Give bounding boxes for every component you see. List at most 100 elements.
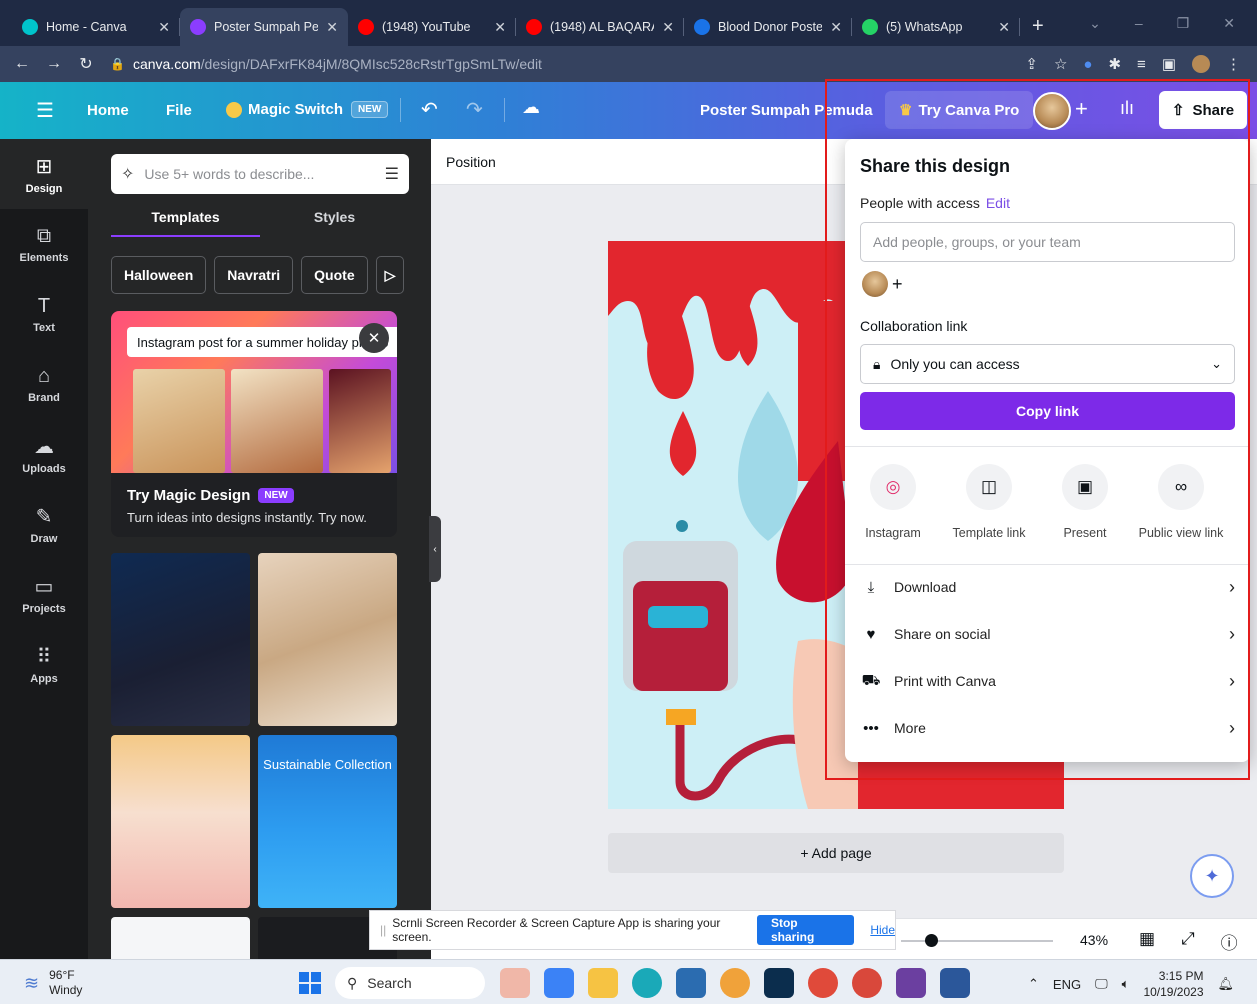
magic-design-promo[interactable]: Instagram post for a summer holiday prom… xyxy=(111,311,397,537)
edit-access-link[interactable]: Edit xyxy=(986,195,1010,211)
invite-plus-icon[interactable]: + xyxy=(1075,96,1088,122)
browser-tab[interactable]: Home - Canva ✕ xyxy=(12,8,180,46)
fullscreen-icon[interactable]: ⤢ xyxy=(1181,929,1195,954)
widget-app-icon[interactable] xyxy=(500,968,530,998)
close-tab-icon[interactable]: ✕ xyxy=(662,19,674,36)
template-search-input[interactable]: ✧ Use 5+ words to describe... ☰ xyxy=(111,154,409,194)
close-tab-icon[interactable]: ✕ xyxy=(326,19,338,36)
weather-widget[interactable]: ≋ 96°F Windy xyxy=(24,968,82,998)
rail-item-uploads[interactable]: ☁ Uploads xyxy=(0,419,88,489)
photoshop-icon[interactable] xyxy=(764,968,794,998)
share-tile-present[interactable]: ▣ Present xyxy=(1037,464,1133,540)
volume-icon[interactable]: 🔈︎ xyxy=(1122,976,1130,992)
close-promo-icon[interactable]: ✕ xyxy=(359,323,389,353)
user-avatar[interactable] xyxy=(1033,92,1071,130)
link-access-select[interactable]: 🔒︎ Only you can access ⌄ xyxy=(860,344,1235,384)
document-title[interactable]: Poster Sumpah Pemuda xyxy=(700,102,873,119)
rail-item-design[interactable]: ⊞ Design xyxy=(0,139,88,209)
drag-grip-icon[interactable]: || xyxy=(380,923,386,937)
copy-link-button[interactable]: Copy link xyxy=(860,392,1235,430)
chip-quote[interactable]: Quote xyxy=(301,256,368,294)
template-thumbnail[interactable] xyxy=(111,735,250,908)
chrome-profile-icon[interactable] xyxy=(808,968,838,998)
share-option-download[interactable]: ⤓ Download › xyxy=(860,564,1235,610)
share-tile-public-view-link[interactable]: ∞ Public view link xyxy=(1133,464,1229,540)
rail-item-text[interactable]: T Text xyxy=(0,279,88,349)
share-tile-instagram[interactable]: ◎ Instagram xyxy=(845,464,941,540)
close-tab-icon[interactable]: ✕ xyxy=(998,19,1010,36)
add-collaborator-icon[interactable]: + xyxy=(892,274,903,295)
notification-bell-icon[interactable]: 🔔︎ xyxy=(1218,976,1235,992)
new-tab-button[interactable]: + xyxy=(1020,15,1056,46)
zoom-slider-knob[interactable] xyxy=(925,934,939,947)
reading-list-icon[interactable]: ≡ xyxy=(1137,56,1146,73)
rail-item-projects[interactable]: ▭ Projects xyxy=(0,559,88,629)
rail-item-elements[interactable]: ⧉ Elements xyxy=(0,209,88,279)
forward-icon[interactable]: → xyxy=(46,55,62,73)
minimize-icon[interactable]: – xyxy=(1135,15,1143,31)
rail-item-brand[interactable]: ⌂ Brand xyxy=(0,349,88,419)
grid-view-icon[interactable]: ▦ xyxy=(1139,929,1155,954)
magic-assistant-icon[interactable]: ✦ xyxy=(1190,854,1234,898)
chip-halloween[interactable]: Halloween xyxy=(111,256,207,294)
position-button[interactable]: Position xyxy=(446,154,496,170)
url-field[interactable]: 🔒 canva.com/design/DAFxrFK84jM/8QMIsc528… xyxy=(110,56,542,72)
cloud-saved-icon[interactable]: ☁ xyxy=(522,97,540,118)
photos-app-icon[interactable] xyxy=(676,968,706,998)
file-explorer-icon[interactable] xyxy=(588,968,618,998)
side-panel-icon[interactable]: ▣ xyxy=(1162,55,1176,73)
edge-browser-icon[interactable] xyxy=(632,968,662,998)
chevron-up-icon[interactable]: ⌃ xyxy=(1028,976,1039,992)
zoom-percent[interactable]: 43% xyxy=(1080,932,1108,948)
close-tab-icon[interactable]: ✕ xyxy=(830,19,842,36)
clock[interactable]: 3:15 PM 10/19/2023 xyxy=(1143,968,1203,1000)
stop-sharing-button[interactable]: Stop sharing xyxy=(756,915,855,945)
chip-navratri[interactable]: Navratri xyxy=(214,256,294,294)
store-app-icon[interactable] xyxy=(544,968,574,998)
insights-chart-icon[interactable]: ılı xyxy=(1120,98,1134,119)
rail-item-apps[interactable]: ⠿ Apps xyxy=(0,629,88,699)
tab-styles[interactable]: Styles xyxy=(260,209,409,237)
pdf-app-icon[interactable] xyxy=(896,968,926,998)
share-page-icon[interactable]: ⇪ xyxy=(1025,55,1038,73)
rail-item-draw[interactable]: ✎ Draw xyxy=(0,489,88,559)
browser-menu-icon[interactable]: ⋮ xyxy=(1226,55,1241,73)
taskbar-search[interactable]: ⚲ Search xyxy=(335,967,485,999)
undo-icon[interactable]: ↶ xyxy=(421,97,438,122)
zoom-slider[interactable] xyxy=(901,940,1053,942)
hide-link[interactable]: Hide xyxy=(870,923,895,937)
browser-tab[interactable]: (5) WhatsApp ✕ xyxy=(852,8,1020,46)
chrome-profile-2-icon[interactable] xyxy=(852,968,882,998)
share-option-share-on-social[interactable]: ♥ Share on social › xyxy=(860,611,1235,657)
browser-tab[interactable]: Blood Donor Poste ✕ xyxy=(684,8,852,46)
windows-start-icon[interactable] xyxy=(299,972,321,994)
close-tab-icon[interactable]: ✕ xyxy=(494,19,506,36)
extension-icon[interactable]: ● xyxy=(1083,56,1092,73)
maximize-icon[interactable]: ❐ xyxy=(1177,15,1190,32)
redo-icon[interactable]: ↷ xyxy=(466,97,483,122)
template-thumbnail[interactable] xyxy=(258,553,397,726)
hamburger-menu-icon[interactable]: ☰ xyxy=(36,98,54,123)
file-menu-button[interactable]: File xyxy=(166,102,192,119)
template-thumbnail[interactable]: Sustainable Collection xyxy=(258,735,397,908)
share-option-print-with-canva[interactable]: ⛟ Print with Canva › xyxy=(860,658,1235,704)
magic-switch-button[interactable]: Magic Switch NEW xyxy=(226,101,389,118)
share-button[interactable]: ⇧ Share xyxy=(1159,91,1247,129)
close-window-icon[interactable]: ✕ xyxy=(1223,15,1235,32)
add-page-button[interactable]: + Add page xyxy=(608,833,1064,873)
help-icon[interactable]: ⓘ xyxy=(1221,929,1238,954)
profile-icon[interactable] xyxy=(1192,55,1210,73)
template-thumbnail[interactable] xyxy=(111,917,250,959)
add-people-input[interactable]: Add people, groups, or your team xyxy=(860,222,1235,262)
language-indicator[interactable]: ENG xyxy=(1053,977,1081,992)
try-canva-pro-button[interactable]: ♛ Try Canva Pro xyxy=(885,91,1034,129)
chips-next-button[interactable]: ▷ xyxy=(375,256,405,294)
back-icon[interactable]: ← xyxy=(14,55,30,73)
tab-templates[interactable]: Templates xyxy=(111,209,260,237)
reload-icon[interactable]: ↻ xyxy=(78,54,94,74)
puzzle-extensions-icon[interactable]: ✱ xyxy=(1108,55,1121,73)
template-thumbnail[interactable] xyxy=(111,553,250,726)
bookmark-star-icon[interactable]: ☆ xyxy=(1054,55,1067,73)
collaborator-avatar[interactable] xyxy=(862,271,888,297)
browser-tab[interactable]: Poster Sumpah Pe ✕ xyxy=(180,8,348,46)
